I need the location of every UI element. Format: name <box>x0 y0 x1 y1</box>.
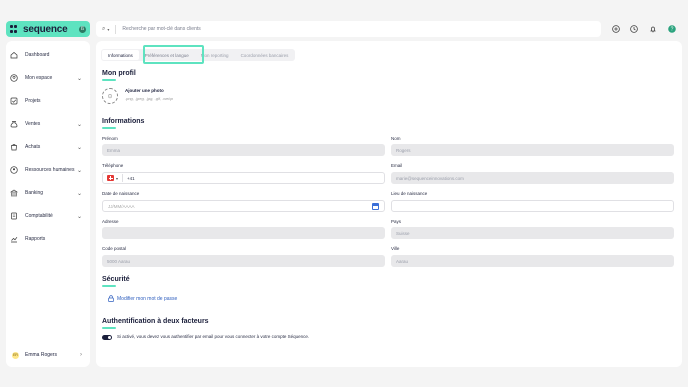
adresse-field <box>102 227 385 239</box>
people-icon <box>10 166 18 174</box>
twofa-title: Authentification à deux facteurs <box>102 318 209 325</box>
user-menu[interactable]: ER Emma Rogers › <box>6 348 86 362</box>
chevron-down-icon: ⌄ <box>76 121 82 128</box>
ville-label: Ville <box>391 246 400 251</box>
photo-formats: .png, .jpeg, .jpg, .gif, .webp <box>125 96 173 101</box>
search-input[interactable]: Recherche par mot-clé dans clients <box>122 26 200 32</box>
prenom-label: Prénom <box>102 136 118 141</box>
help-icon[interactable]: ? <box>667 24 677 34</box>
chevron-down-icon[interactable]: ▾ <box>116 176 118 181</box>
pays-label: Pays <box>391 219 402 224</box>
avatar: ER <box>12 351 19 359</box>
info-title: Informations <box>102 118 145 125</box>
chevron-right-icon: › <box>80 352 82 358</box>
brand-logo[interactable]: sequence ß <box>6 21 90 37</box>
email-field: marie@sequenceinnovations.com <box>391 172 674 184</box>
email-label: Email <box>391 163 403 168</box>
title-underline <box>102 127 116 129</box>
chevron-down-icon: ⌄ <box>76 75 82 82</box>
check-square-icon <box>10 97 18 105</box>
tab-informations[interactable]: Informations <box>102 50 139 60</box>
logo-mark-icon <box>10 25 18 33</box>
bell-icon[interactable] <box>648 24 658 34</box>
tab-bank-details[interactable]: Coordonnées bancaires <box>235 50 295 60</box>
lieu-label: Lieu de naissance <box>391 191 428 196</box>
sidebar-item-label: Comptabilité <box>25 213 53 219</box>
pays-field: Suisse <box>391 227 674 239</box>
prenom-field: Emma <box>102 144 385 156</box>
home-icon <box>10 51 18 59</box>
svg-text:?: ? <box>671 27 674 33</box>
sidebar-item[interactable]: Projets <box>6 94 86 108</box>
divider <box>122 174 124 182</box>
camera-icon: ⊙ <box>107 93 113 100</box>
lock-icon <box>108 295 114 302</box>
add-photo-label[interactable]: Ajouter une photo <box>125 88 164 93</box>
sidebar-item-label: Rapports <box>25 236 46 242</box>
ledger-icon <box>10 212 18 220</box>
brand-name: sequence <box>23 23 68 35</box>
chart-icon <box>10 235 18 243</box>
title-underline <box>102 285 116 287</box>
security-title: Sécurité <box>102 276 130 283</box>
chevron-down-icon: ⌄ <box>76 213 82 220</box>
shopping-bag-icon <box>10 143 18 151</box>
nom-label: Nom <box>391 136 401 141</box>
telephone-prefix: +41 <box>127 175 135 181</box>
sidebar-item[interactable]: Ressources humaines ⌄ <box>6 163 86 177</box>
nom-field: Rogers <box>391 144 674 156</box>
bank-icon <box>10 189 18 197</box>
sidebar-item[interactable]: Ventes ⌄ <box>6 117 86 131</box>
chevron-down-icon: ⌄ <box>76 190 82 197</box>
telephone-label: Téléphone <box>102 163 124 168</box>
sidebar-item[interactable]: Banking ⌄ <box>6 186 86 200</box>
change-password-label: Modifier mon mot de passe <box>117 295 178 302</box>
telephone-field[interactable]: ▾ +41 <box>102 172 385 184</box>
divider <box>115 24 117 34</box>
sidebar-item-label: Achats <box>25 144 41 150</box>
highlight-annotation <box>143 45 204 64</box>
title-underline <box>102 79 116 81</box>
naissance-placeholder: JJ/MM/AAAA <box>108 203 135 209</box>
naissance-label: Date de naissance <box>102 191 140 196</box>
chevron-down-icon: ⌄ <box>76 167 82 174</box>
user-name: Emma Rogers <box>25 352 57 358</box>
sidebar-item-label: Dashboard <box>25 52 50 58</box>
workspace-switch-icon[interactable]: ß <box>79 25 86 33</box>
profile-title: Mon profil <box>102 70 136 77</box>
sidebar-item-label: Ventes <box>25 121 41 127</box>
adresse-label: Adresse <box>102 219 119 224</box>
user-icon <box>10 74 18 82</box>
sidebar-item[interactable]: Achats ⌄ <box>6 140 86 154</box>
clock-icon[interactable] <box>629 24 639 34</box>
lieu-field[interactable] <box>391 200 674 212</box>
sidebar-item[interactable]: Dashboard <box>6 48 86 62</box>
sidebar <box>6 41 90 367</box>
sidebar-item-label: Ressources humaines <box>25 167 75 173</box>
sidebar-item-label: Projets <box>25 98 41 104</box>
chevron-down-icon[interactable]: ▾ <box>107 27 109 32</box>
code-field: 5000 Aarau <box>102 255 385 267</box>
naissance-field[interactable]: JJ/MM/AAAA <box>102 200 385 212</box>
twofa-description: Si activé, vous devez vous authentifier … <box>117 334 310 339</box>
search-icon: ⌕ <box>102 25 106 32</box>
sidebar-item-label: Banking <box>25 190 44 196</box>
calendar-icon[interactable] <box>372 203 379 210</box>
ville-field: Aarau <box>391 255 674 267</box>
add-icon[interactable] <box>611 24 621 34</box>
twofa-toggle[interactable] <box>102 335 112 340</box>
sidebar-item[interactable]: Rapports <box>6 232 86 246</box>
search-bar[interactable]: ⌕ ▾ Recherche par mot-clé dans clients <box>96 21 601 37</box>
swiss-flag-icon <box>107 175 114 181</box>
title-underline <box>102 327 116 329</box>
sidebar-item[interactable]: Mon espace ⌄ <box>6 71 86 85</box>
chevron-down-icon: ⌄ <box>76 144 82 151</box>
photo-upload-button[interactable]: ⊙ <box>102 88 118 104</box>
sidebar-item[interactable]: Comptabilité ⌄ <box>6 209 86 223</box>
sidebar-item-label: Mon espace <box>25 75 53 81</box>
code-label: Code postal <box>102 246 127 251</box>
change-password-link[interactable]: Modifier mon mot de passe <box>108 295 177 302</box>
money-bag-icon <box>10 120 18 128</box>
